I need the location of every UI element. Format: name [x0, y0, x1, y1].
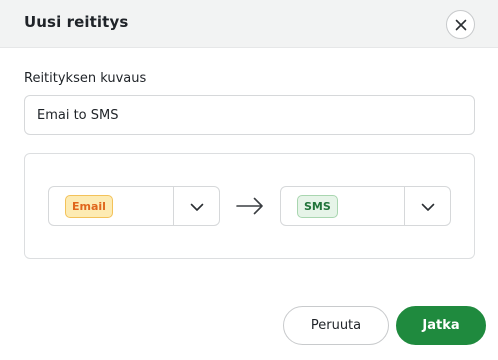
- source-channel-badge: Email: [65, 195, 113, 218]
- description-label: Reitityksen kuvaus: [24, 71, 147, 86]
- close-button[interactable]: [446, 10, 475, 39]
- select-divider: [404, 187, 405, 225]
- dialog-title: Uusi reititys: [24, 13, 129, 31]
- continue-button[interactable]: Jatka: [396, 306, 486, 345]
- chevron-down-icon[interactable]: [420, 199, 436, 215]
- target-channel-badge: SMS: [297, 195, 338, 218]
- description-input[interactable]: [24, 95, 475, 135]
- select-divider: [173, 187, 174, 225]
- chevron-down-icon[interactable]: [189, 199, 205, 215]
- close-icon: [455, 19, 466, 30]
- new-routing-dialog: Uusi reititys Reitityksen kuvaus Email S…: [0, 0, 498, 360]
- source-channel-select[interactable]: Email: [48, 186, 220, 226]
- target-channel-select[interactable]: SMS: [280, 186, 451, 226]
- arrow-right-icon: [236, 197, 263, 215]
- cancel-button[interactable]: Peruuta: [283, 306, 389, 345]
- dialog-header: Uusi reititys: [0, 0, 498, 48]
